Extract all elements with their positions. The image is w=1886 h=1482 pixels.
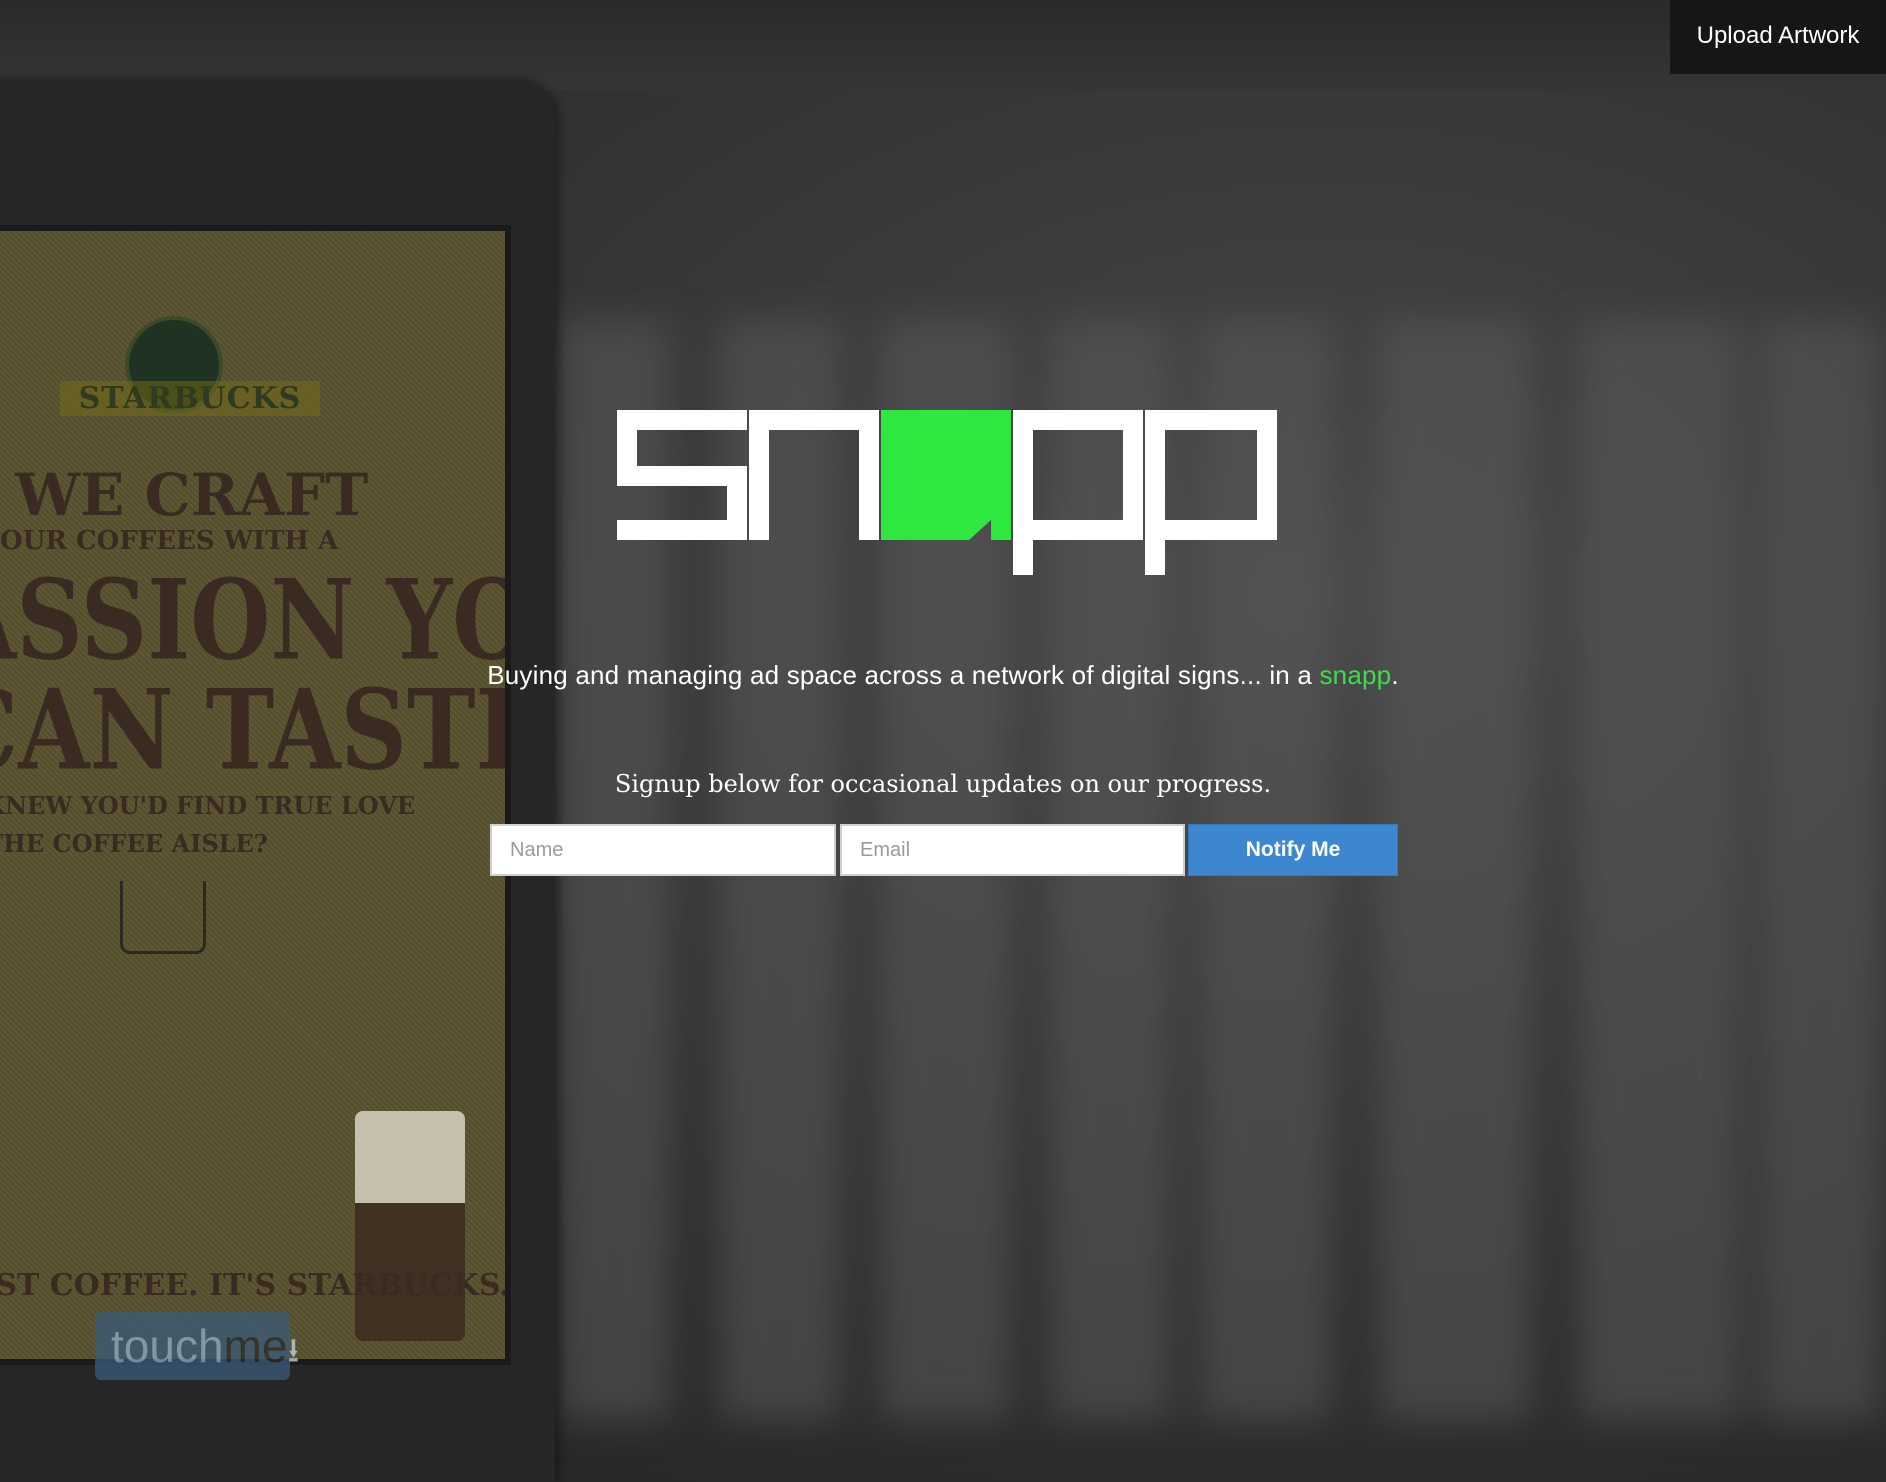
snapp-logo	[617, 410, 1277, 575]
poster-brand: STARBUCKS	[60, 381, 320, 416]
background-top-band	[0, 0, 1886, 90]
landing-page: STARBUCKS WE CRAFT OUR COFFEES WITH A AS…	[0, 0, 1886, 1482]
shopping-cart-icon	[120, 881, 206, 954]
download-arrow-icon: ⭳	[287, 1332, 300, 1370]
poster-line: N THE COFFEE AISLE?	[0, 829, 268, 858]
name-input[interactable]	[490, 824, 836, 876]
poster-line: OUR COFFEES WITH A	[0, 526, 339, 556]
signup-prompt: Signup below for occasional updates on o…	[614, 770, 1272, 798]
signup-form: Notify Me	[490, 824, 1398, 876]
tagline-accent: snapp	[1319, 660, 1392, 690]
hero-tagline: Buying and managing ad space across a ne…	[0, 660, 1886, 691]
kiosk-touch-label: touch	[111, 1320, 224, 1372]
poster-line: WE CRAFT	[15, 461, 369, 529]
tagline-text: Buying and managing ad space across a ne…	[487, 660, 1320, 690]
upload-artwork-button[interactable]: Upload Artwork	[1670, 0, 1886, 74]
poster-line: JUST COFFEE. IT'S STARBUCKS.	[0, 1268, 510, 1303]
kiosk-touch-button: touchme⭳	[95, 1312, 299, 1380]
coffee-bag-image	[355, 1111, 465, 1341]
notify-me-button[interactable]: Notify Me	[1188, 824, 1398, 876]
email-input[interactable]	[840, 824, 1185, 876]
tagline-suffix: .	[1391, 660, 1399, 690]
kiosk-touch-label-suffix: me	[223, 1320, 288, 1372]
